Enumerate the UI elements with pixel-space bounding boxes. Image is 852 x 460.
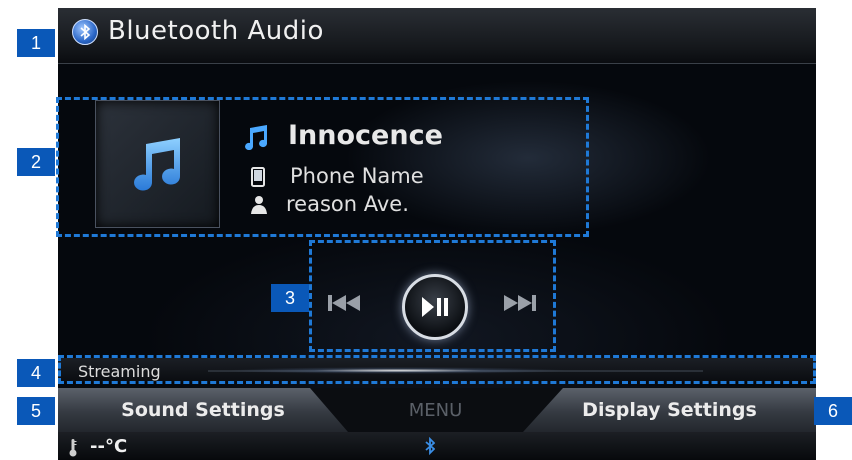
callout-6: 6 — [814, 397, 852, 425]
thermometer-icon — [68, 438, 78, 460]
callout-3: 3 — [271, 284, 309, 312]
bluetooth-icon — [72, 19, 98, 45]
screen-title: Bluetooth Audio — [108, 16, 324, 46]
footer-bar — [58, 432, 816, 460]
display-settings-button[interactable]: Display Settings — [523, 388, 816, 432]
title-bar: Bluetooth Audio — [58, 8, 816, 64]
callout-1: 1 — [17, 29, 55, 57]
menu-button[interactable]: MENU — [348, 388, 523, 432]
temperature-readout: --°C — [90, 436, 128, 457]
footer-bluetooth-icon — [425, 436, 436, 459]
callout-5: 5 — [17, 397, 55, 425]
sound-settings-button[interactable]: Sound Settings — [58, 388, 348, 432]
highlight-status-bar — [58, 355, 816, 384]
highlight-playback-controls — [309, 240, 556, 352]
callout-2: 2 — [17, 148, 55, 176]
callout-4: 4 — [17, 359, 55, 387]
highlight-track-info — [56, 97, 589, 237]
